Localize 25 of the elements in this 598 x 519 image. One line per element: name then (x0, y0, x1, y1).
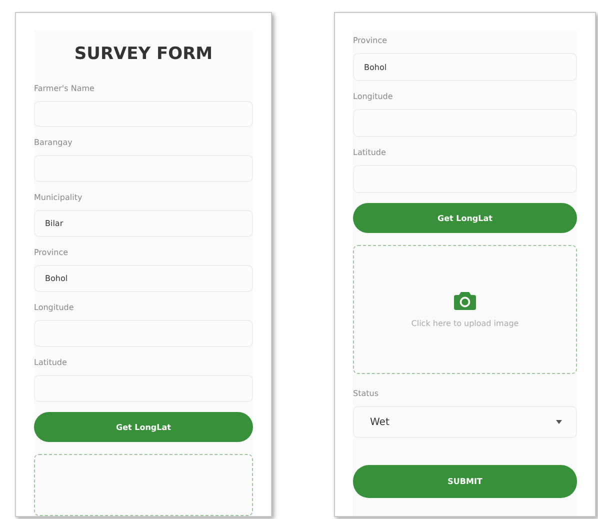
field-label: Latitude (353, 147, 387, 159)
image-upload-area[interactable] (34, 454, 253, 516)
camera-icon (454, 292, 476, 310)
input-field[interactable]: Bohol (34, 265, 253, 292)
field-value: Bilar (45, 219, 64, 228)
form-title: SURVEY FORM (73, 42, 214, 66)
submit-button[interactable]: SUBMIT (353, 465, 577, 498)
input-field[interactable]: Bilar (34, 210, 253, 238)
status-dropdown[interactable]: Wet (353, 406, 577, 438)
field-label: Longitude (34, 302, 75, 314)
get-location-button[interactable]: Get LongLat (34, 412, 253, 442)
field-label: Province (353, 35, 388, 47)
field-label: Farmer's Name (34, 82, 96, 95)
input-field[interactable]: Bohol (353, 53, 577, 81)
field-label: Municipality (34, 192, 84, 204)
field-label: Barangay (34, 137, 74, 150)
field-label: Status (353, 388, 380, 400)
field-label: Province (34, 247, 70, 260)
dropdown-caret-icon (556, 420, 562, 424)
get-location-button[interactable]: Get LongLat (353, 203, 577, 233)
field-value: Bohol (364, 62, 387, 72)
field-label: Longitude (353, 91, 394, 103)
upload-hint: Click here to upload image (411, 318, 519, 328)
field-value: Bohol (45, 274, 68, 284)
field-label: Latitude (34, 357, 68, 370)
